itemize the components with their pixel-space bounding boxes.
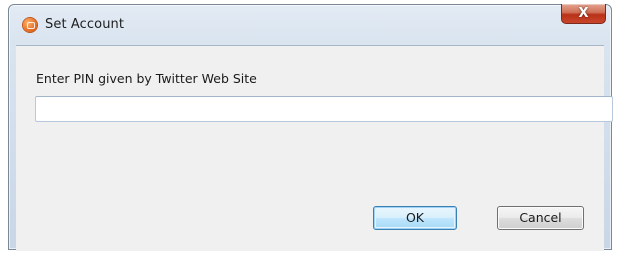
cancel-button[interactable]: Cancel <box>497 206 584 230</box>
close-button[interactable]: X <box>561 4 606 24</box>
pin-input[interactable] <box>35 96 613 122</box>
dialog-body: Enter PIN given by Twitter Web Site OK C… <box>16 45 613 251</box>
window-title: Set Account <box>45 17 125 32</box>
pin-prompt-label: Enter PIN given by Twitter Web Site <box>36 71 257 86</box>
ok-button[interactable]: OK <box>373 206 457 230</box>
title-bar[interactable]: Set Account X <box>9 4 611 45</box>
app-icon <box>23 18 37 32</box>
dialog-window: Set Account X Enter PIN given by Twitter… <box>8 4 613 251</box>
